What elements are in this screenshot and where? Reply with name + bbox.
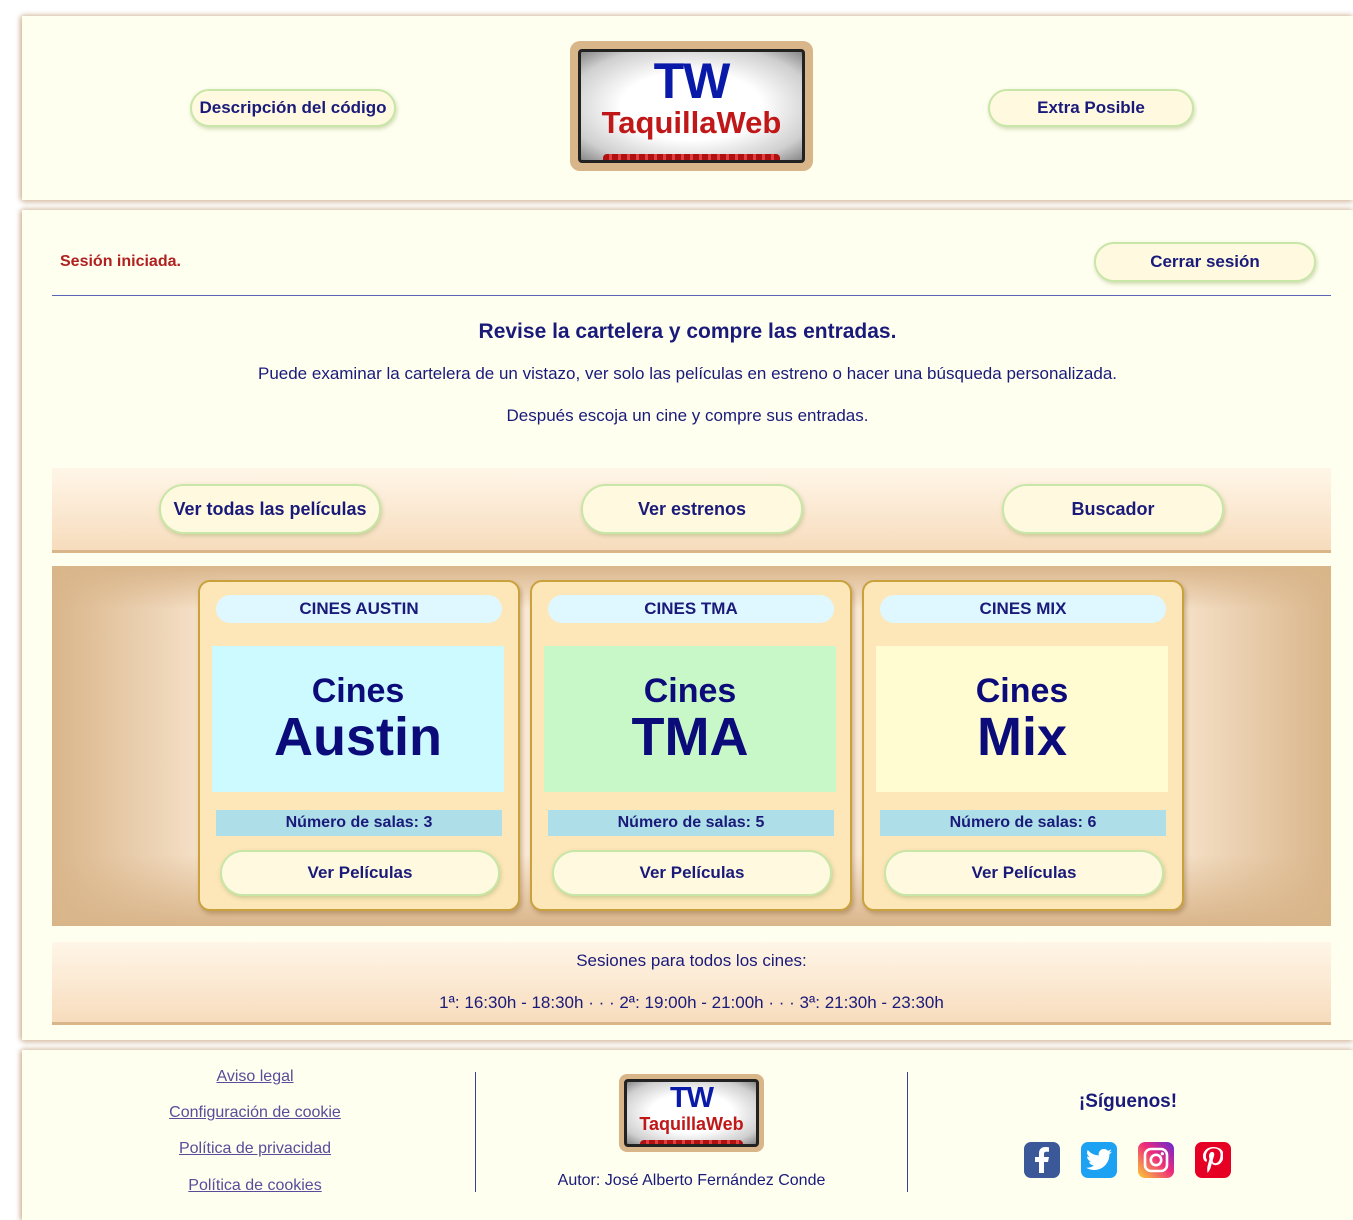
descripcion-codigo-button[interactable]: Descripción del código bbox=[190, 89, 396, 127]
facebook-icon[interactable] bbox=[1024, 1142, 1060, 1178]
ver-peliculas-button[interactable]: Ver Películas bbox=[884, 850, 1164, 896]
cine-image-line1: Cines bbox=[311, 672, 405, 710]
header-logo: TW TaquillaWeb bbox=[570, 41, 813, 171]
pinterest-icon[interactable] bbox=[1195, 1142, 1231, 1178]
instagram-icon[interactable] bbox=[1138, 1142, 1174, 1178]
cine-card-tma: CINES TMA Cines TMA Número de salas: 5 V… bbox=[530, 580, 852, 911]
footer-divider-left bbox=[475, 1072, 476, 1192]
cine-image: Cines TMA bbox=[544, 646, 836, 792]
cine-image-line1: Cines bbox=[643, 672, 737, 710]
header-panel: Descripción del código TW TaquillaWeb Ex… bbox=[22, 16, 1353, 200]
footer-logo-seats-graphic bbox=[639, 1140, 744, 1144]
twitter-icon[interactable] bbox=[1081, 1142, 1117, 1178]
logout-button[interactable]: Cerrar sesión bbox=[1094, 242, 1316, 282]
cine-image-line2: Austin bbox=[274, 707, 442, 767]
intro-line1: Puede examinar la cartelera de un vistaz… bbox=[257, 364, 1118, 383]
footer-logo-name-text: TaquillaWeb bbox=[639, 1114, 744, 1134]
cine-salas: Número de salas: 3 bbox=[216, 810, 502, 836]
cine-card-mix: CINES MIX Cines Mix Número de salas: 6 V… bbox=[862, 580, 1184, 911]
footer-author: Autor: José Alberto Fernández Conde bbox=[557, 1172, 826, 1189]
buscador-button[interactable]: Buscador bbox=[1002, 484, 1224, 534]
cine-card-austin: CINES AUSTIN Cines Austin Número de sala… bbox=[198, 580, 520, 911]
cine-image: Cines Mix bbox=[876, 646, 1168, 792]
footer-divider-right bbox=[907, 1072, 908, 1192]
extra-posible-button[interactable]: Extra Posible bbox=[988, 89, 1194, 127]
logo-tw-text: TW bbox=[653, 53, 731, 109]
footer-link-aviso-legal[interactable]: Aviso legal bbox=[130, 1068, 380, 1086]
action-bar: Ver todas las películas Ver estrenos Bus… bbox=[52, 468, 1331, 553]
cine-image: Cines Austin bbox=[212, 646, 504, 792]
footer-link-cookies[interactable]: Política de cookies bbox=[130, 1177, 380, 1195]
sessions-label: Sesiones para todos los cines: bbox=[576, 951, 807, 970]
ver-peliculas-button[interactable]: Ver Películas bbox=[220, 850, 500, 896]
cine-title: CINES AUSTIN bbox=[216, 595, 502, 623]
follow-heading: ¡Síguenos! bbox=[1078, 1091, 1178, 1112]
cine-title: CINES MIX bbox=[880, 595, 1166, 623]
cine-salas: Número de salas: 5 bbox=[548, 810, 834, 836]
logo-seats-graphic bbox=[603, 154, 780, 160]
footer-logo-tw-text: TW bbox=[669, 1082, 714, 1114]
cine-image-line1: Cines bbox=[975, 672, 1069, 710]
sessions-box: Sesiones para todos los cines: 1ª: 16:30… bbox=[52, 942, 1331, 1025]
footer-link-config-cookie[interactable]: Configuración de cookie bbox=[130, 1104, 380, 1122]
intro-line2: Después escoja un cine y compre sus entr… bbox=[506, 406, 869, 425]
sessions-times: 1ª: 16:30h - 18:30h · · · 2ª: 19:00h - 2… bbox=[439, 993, 944, 1012]
cine-image-line2: Mix bbox=[976, 707, 1068, 767]
ver-peliculas-button[interactable]: Ver Películas bbox=[552, 850, 832, 896]
footer-logo: TW TaquillaWeb bbox=[619, 1074, 764, 1152]
cine-salas: Número de salas: 6 bbox=[880, 810, 1166, 836]
footer-link-privacidad[interactable]: Política de privacidad bbox=[130, 1140, 380, 1158]
ver-estrenos-button[interactable]: Ver estrenos bbox=[581, 484, 803, 534]
cine-title: CINES TMA bbox=[548, 595, 834, 623]
session-status: Sesión iniciada. bbox=[60, 253, 181, 270]
intro-heading: Revise la cartelera y compre las entrada… bbox=[478, 320, 897, 343]
cine-image-line2: TMA bbox=[631, 707, 749, 767]
logo-name-text: TaquillaWeb bbox=[601, 105, 782, 140]
session-divider bbox=[52, 295, 1331, 296]
ver-todas-peliculas-button[interactable]: Ver todas las películas bbox=[159, 484, 381, 534]
